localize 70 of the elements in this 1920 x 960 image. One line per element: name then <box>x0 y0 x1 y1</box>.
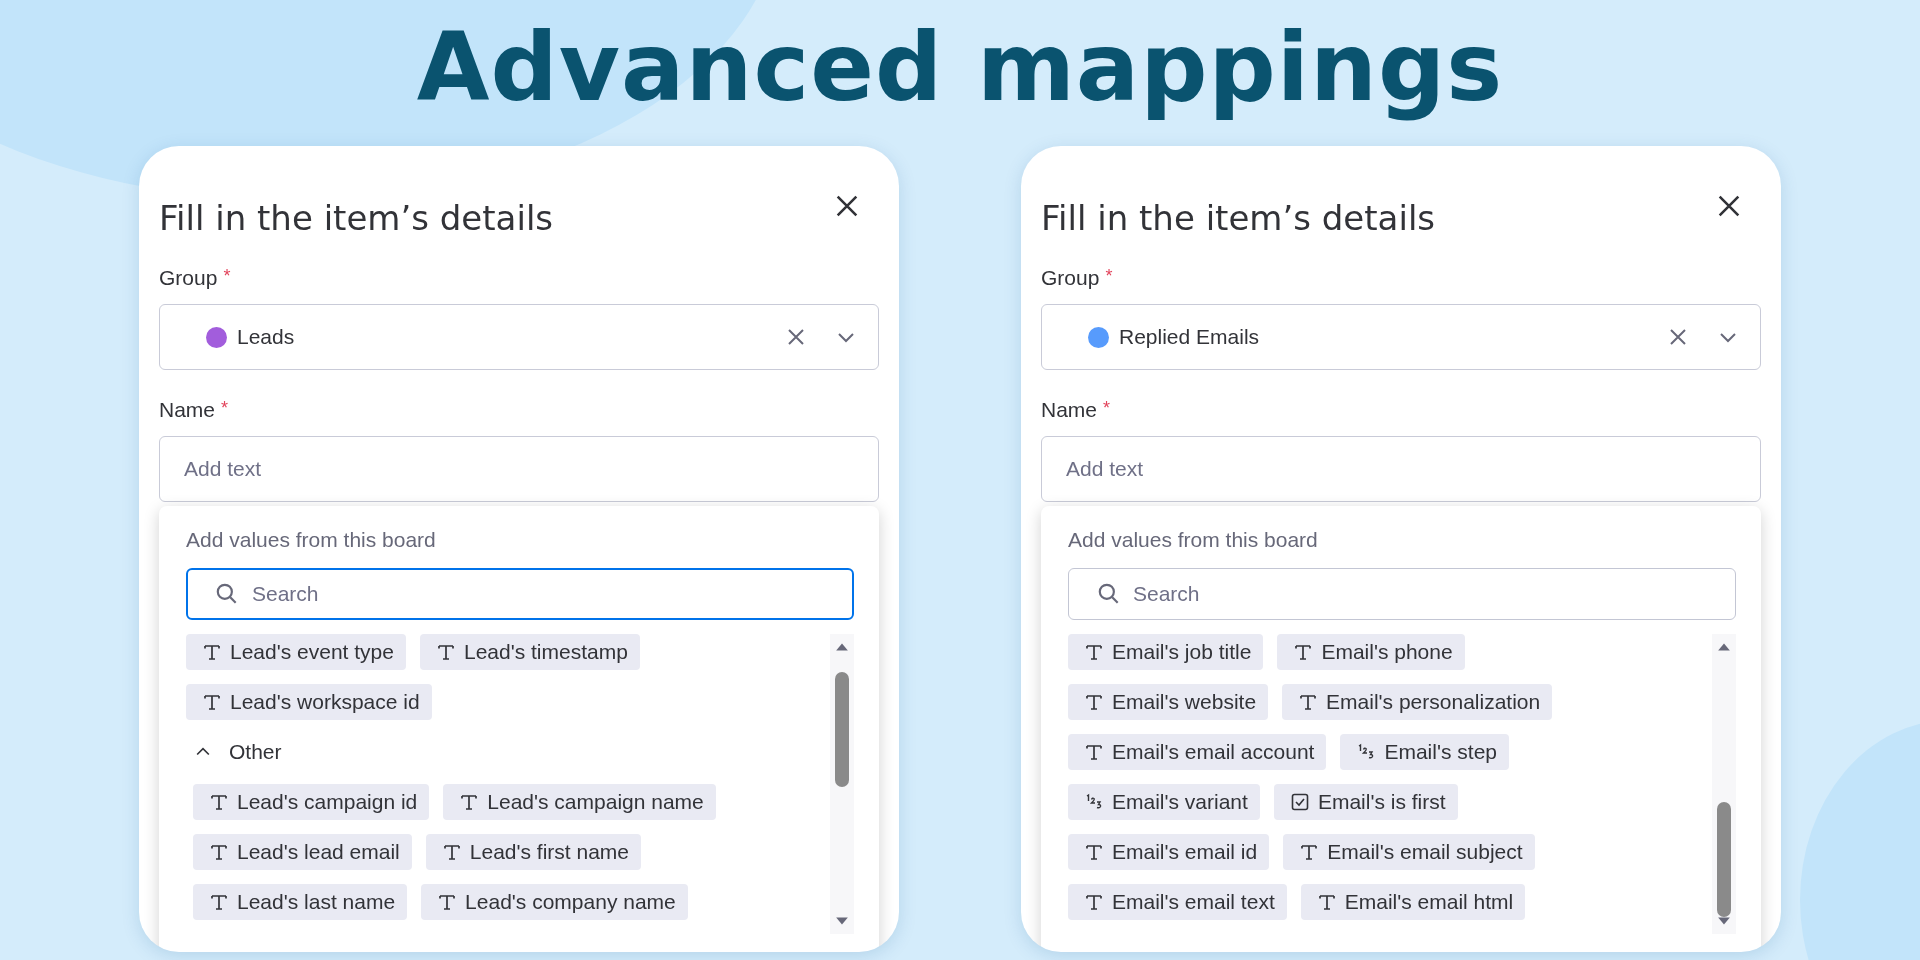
required-mark: * <box>223 266 231 288</box>
text-type-icon <box>1084 892 1104 912</box>
text-type-icon <box>209 892 229 912</box>
text-type-icon <box>459 792 480 812</box>
section-toggle[interactable]: Other <box>186 734 830 770</box>
column-chip[interactable]: Email's email subject <box>1283 834 1535 870</box>
column-chip[interactable]: Lead's event type <box>186 634 406 670</box>
text-type-icon <box>202 642 222 662</box>
group-value: Replied Emails <box>1119 325 1261 349</box>
text-type-icon <box>1084 692 1104 712</box>
headline: Advanced mappings <box>415 12 1505 122</box>
text-type-icon <box>1316 892 1337 912</box>
dropdown-heading: Add values from this board <box>186 528 437 552</box>
column-chip[interactable]: Email's email text <box>1068 884 1287 920</box>
text-type-icon <box>209 842 229 862</box>
scroll-up-icon[interactable] <box>1717 642 1731 652</box>
name-input[interactable]: Add text <box>159 436 879 502</box>
scrollbar-thumb[interactable] <box>1717 802 1731 917</box>
field-label: Group <box>1041 266 1100 290</box>
dropdown-heading: Add values from this board <box>1068 528 1319 552</box>
column-chip[interactable]: Email's is first <box>1273 784 1458 820</box>
text-type-icon <box>1293 642 1314 662</box>
dialog-title: Fill in the item’s details <box>159 198 554 238</box>
group-select[interactable]: Leads <box>159 304 879 370</box>
group-select[interactable]: Replied Emails <box>1041 304 1761 370</box>
column-chip[interactable]: Lead's campaign id <box>193 784 430 820</box>
column-chip[interactable]: Lead's last name <box>193 884 408 920</box>
search-field[interactable]: Search <box>1068 568 1736 620</box>
column-chip[interactable]: Email's website <box>1068 684 1269 720</box>
field-label: Group <box>159 266 218 290</box>
column-chip[interactable]: Email's email id <box>1068 834 1270 870</box>
scrollbar[interactable] <box>830 634 854 934</box>
field-label: Name <box>1041 398 1098 422</box>
text-type-icon <box>202 692 222 712</box>
column-chip[interactable]: Lead's timestamp <box>419 634 640 670</box>
name-input[interactable]: Add text <box>1041 436 1761 502</box>
column-chip[interactable]: Lead's workspace id <box>186 684 432 720</box>
column-chip[interactable]: Email's email html <box>1300 884 1526 920</box>
text-type-icon <box>441 842 462 862</box>
column-chip[interactable]: Lead's campaign name <box>443 784 716 820</box>
text-type-icon <box>1084 742 1104 762</box>
number-type-icon <box>1084 792 1104 812</box>
column-chip[interactable]: Email's phone <box>1277 634 1465 670</box>
column-chip[interactable]: Email's variant <box>1068 784 1260 820</box>
text-type-icon <box>209 792 229 812</box>
field-label: Name <box>159 398 216 422</box>
text-type-icon <box>1084 642 1104 662</box>
text-type-icon <box>1298 692 1319 712</box>
required-mark: * <box>1105 266 1113 288</box>
search-field[interactable]: Search <box>186 568 854 620</box>
required-mark: * <box>221 398 229 420</box>
dialog-title: Fill in the item’s details <box>1041 198 1436 238</box>
group-value: Leads <box>237 325 296 349</box>
column-chip[interactable]: Lead's company name <box>421 884 688 920</box>
column-chip[interactable]: Email's personalization <box>1282 684 1553 720</box>
checkbox-type-icon <box>1289 792 1310 812</box>
column-chip[interactable]: Email's job title <box>1068 634 1264 670</box>
column-chip[interactable]: Lead's lead email <box>193 834 412 870</box>
scroll-down-icon[interactable] <box>835 916 849 926</box>
scrollbar-thumb[interactable] <box>835 672 849 787</box>
column-chip[interactable]: Lead's first name <box>425 834 642 870</box>
column-chip[interactable]: Email's email account <box>1068 734 1327 770</box>
text-type-icon <box>437 892 458 912</box>
text-type-icon <box>1084 842 1104 862</box>
scrollbar[interactable] <box>1712 634 1736 934</box>
scroll-up-icon[interactable] <box>835 642 849 652</box>
text-type-icon <box>1299 842 1320 862</box>
required-mark: * <box>1103 398 1111 420</box>
text-type-icon <box>435 642 456 662</box>
column-chip[interactable]: Email's step <box>1340 734 1509 770</box>
